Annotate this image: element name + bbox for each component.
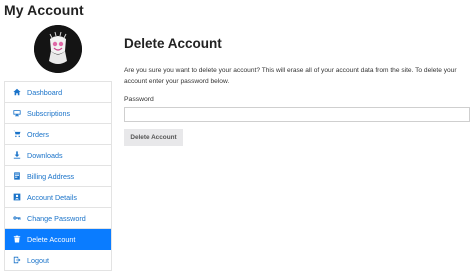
nav-item-label: Billing Address xyxy=(27,171,75,181)
key-icon xyxy=(13,214,21,222)
monitor-icon xyxy=(13,109,21,117)
nav-item-label: Change Password xyxy=(27,213,86,223)
delete-account-button[interactable]: Delete Account xyxy=(124,129,183,146)
nav-item-orders[interactable]: Orders xyxy=(5,124,111,145)
page-title: My Account xyxy=(4,2,84,18)
nav-item-subscriptions[interactable]: Subscriptions xyxy=(5,103,111,124)
nav-item-dashboard[interactable]: Dashboard xyxy=(5,82,111,103)
nav-item-logout[interactable]: Logout xyxy=(5,250,111,271)
password-label: Password xyxy=(124,96,154,103)
cart-icon xyxy=(13,130,21,138)
nav-item-label: Subscriptions xyxy=(27,108,71,118)
nav-item-label: Dashboard xyxy=(27,87,63,97)
logout-icon xyxy=(13,256,21,264)
home-icon xyxy=(13,88,21,96)
download-icon xyxy=(13,151,21,159)
nav-item-delete-account[interactable]: Delete Account xyxy=(5,229,111,250)
credit-card-icon xyxy=(13,172,21,180)
nav-item-downloads[interactable]: Downloads xyxy=(5,145,111,166)
nav-item-account-details[interactable]: Account Details xyxy=(5,187,111,208)
nav-item-change-password[interactable]: Change Password xyxy=(5,208,111,229)
nav-item-label: Account Details xyxy=(27,192,77,202)
delete-warning-text: Are you sure you want to delete your acc… xyxy=(124,67,457,85)
nav-item-label: Delete Account xyxy=(27,234,76,244)
id-card-icon xyxy=(13,193,21,201)
avatar xyxy=(34,25,82,73)
password-input[interactable] xyxy=(124,107,470,122)
nav-item-label: Orders xyxy=(27,129,49,139)
nav-item-label: Logout xyxy=(27,255,49,265)
account-nav: Dashboard Subscriptions Orders Downloads… xyxy=(4,81,112,271)
nav-item-billing-address[interactable]: Billing Address xyxy=(5,166,111,187)
avatar-image xyxy=(34,25,82,73)
nav-item-label: Downloads xyxy=(27,150,63,160)
section-title: Delete Account xyxy=(124,36,222,51)
trash-icon xyxy=(13,235,21,243)
